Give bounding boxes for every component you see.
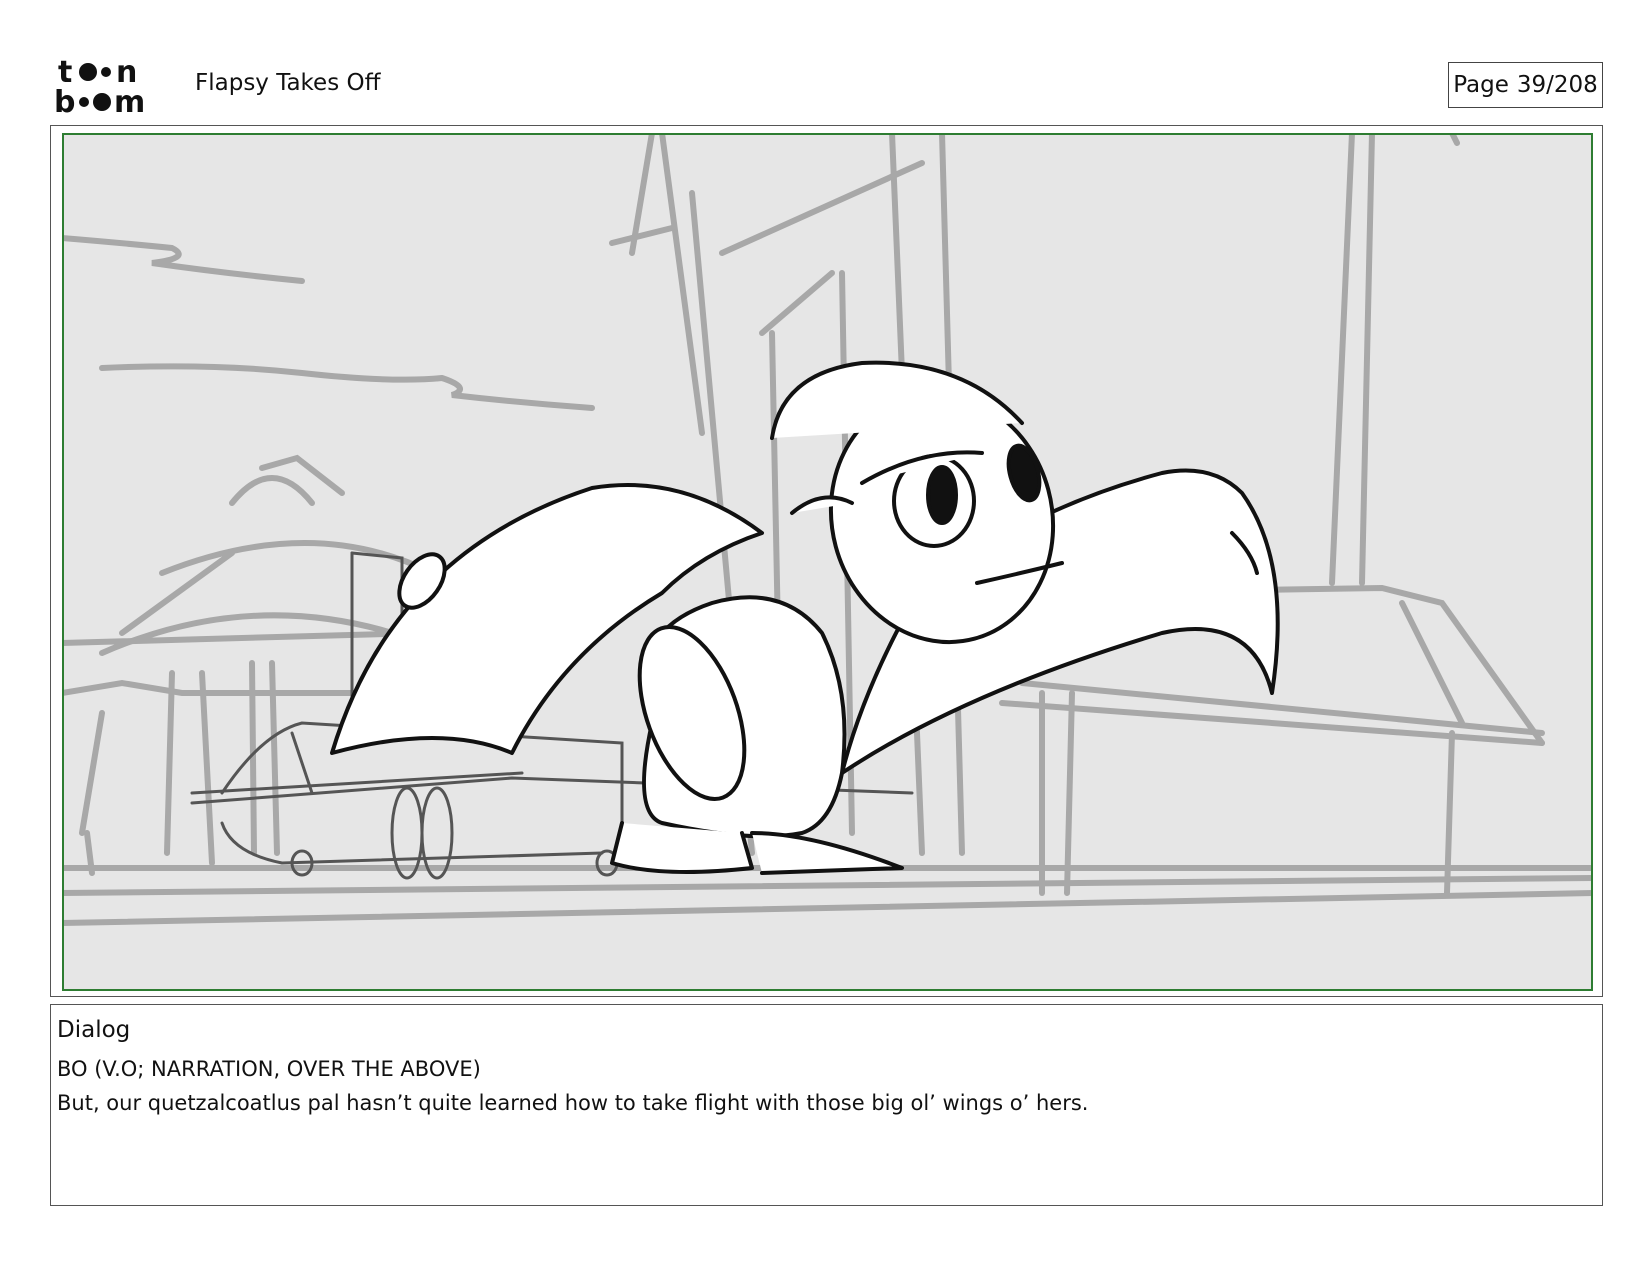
page-indicator: Page 39/208: [1448, 62, 1603, 108]
svg-text:b: b: [54, 85, 75, 116]
dialog-heading: Dialog: [57, 1017, 131, 1043]
svg-text:m: m: [114, 85, 145, 116]
panel-sketch: [62, 133, 1593, 991]
storyboard-panel: [50, 125, 1603, 997]
dialog-box: Dialog BO (V.O; NARRATION, OVER THE ABOV…: [50, 1004, 1603, 1206]
toonboom-logo: t n b m: [54, 55, 145, 116]
page-label: Page: [1453, 72, 1509, 98]
dialog-line: But, our quetzalcoatlus pal hasn’t quite…: [57, 1091, 1089, 1115]
dialog-speaker: BO (V.O; NARRATION, OVER THE ABOVE): [57, 1057, 481, 1081]
storyboard-sketch-icon: [62, 133, 1593, 991]
page-number: 39/208: [1516, 72, 1598, 98]
project-title: Flapsy Takes Off: [195, 70, 381, 96]
